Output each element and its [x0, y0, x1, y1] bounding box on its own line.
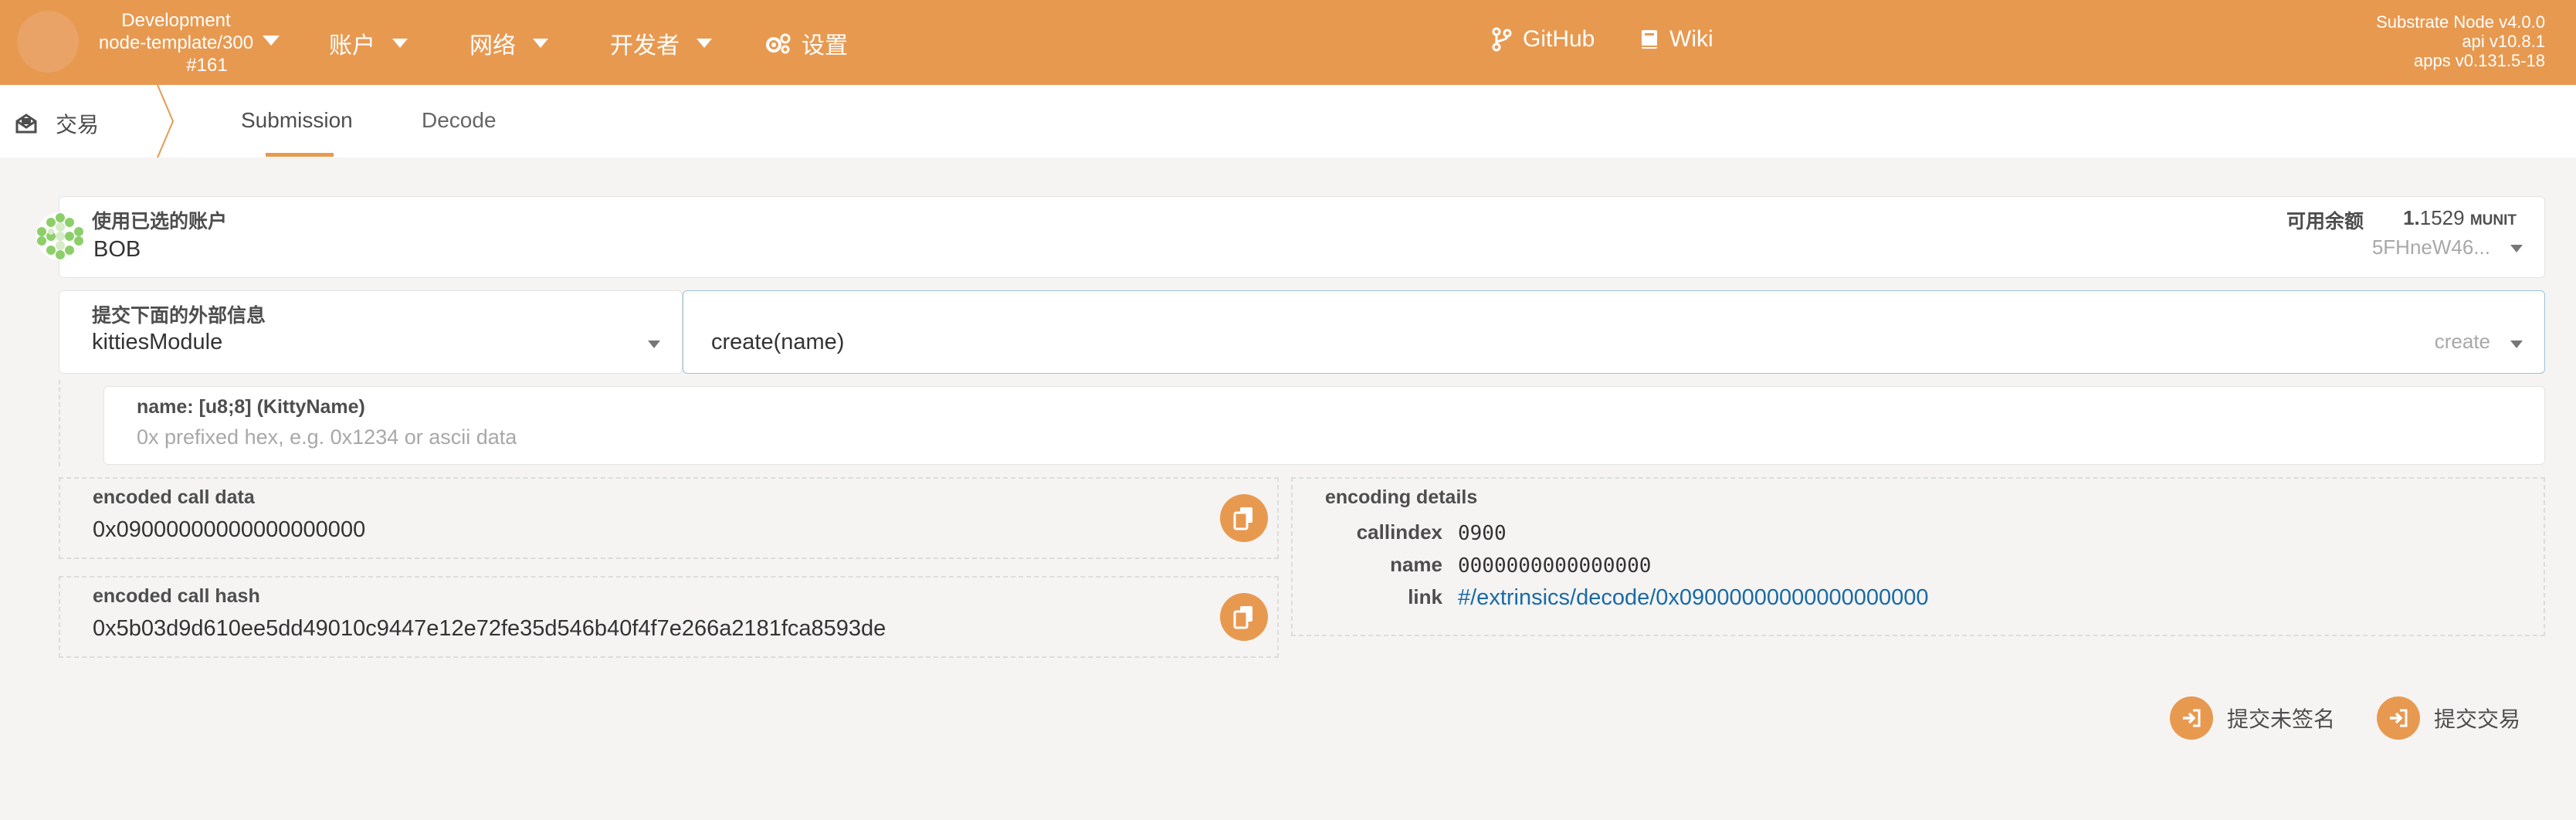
section-label: 交易 — [56, 113, 100, 137]
callindex-label: callindex — [1356, 520, 1442, 544]
submit-transaction-button[interactable]: 提交交易 — [2377, 696, 2520, 740]
menu-settings-label: 设置 — [802, 33, 848, 59]
sign-in-icon — [2170, 696, 2213, 740]
module-name: kittiesModule — [92, 330, 223, 354]
api-version: api v10.8.1 — [2462, 32, 2545, 51]
sign-in-icon — [2377, 696, 2420, 740]
tab-bar: 交易 Submission Decode — [0, 85, 2576, 158]
submit-transaction-label: 提交交易 — [2434, 707, 2521, 731]
extrinsic-label: 提交下面的外部信息 — [92, 305, 266, 327]
name-value: 0000000000000000 — [1458, 554, 1652, 578]
node-version: Substrate Node v4.0.0 — [2376, 12, 2545, 32]
link-label: link — [1408, 585, 1442, 608]
call-hash-value: 0x5b03d9d610ee5dd49010c9447e12e72fe35d54… — [93, 616, 886, 641]
call-data-value: 0x09000000000000000000 — [93, 517, 366, 542]
call-name: create(name) — [711, 330, 845, 354]
chain-logo[interactable] — [17, 11, 79, 73]
chain-name: Development — [121, 10, 231, 31]
account-identicon — [36, 212, 84, 260]
version-info: Substrate Node v4.0.0 api v10.8.1 apps v… — [2376, 12, 2545, 70]
account-name: BOB — [93, 237, 141, 262]
top-navigation-bar: Development node-template/300 #161 账户 网络… — [0, 0, 2576, 85]
balance-integer: 1. — [2403, 206, 2420, 229]
call-selector[interactable]: create(name) create — [683, 290, 2545, 374]
name-param-field[interactable]: name: [u8;8] (KittyName) 0x prefixed hex… — [103, 386, 2545, 465]
envelope-open-icon — [15, 114, 37, 134]
chevron-down-icon — [392, 39, 408, 48]
chevron-down-icon[interactable] — [2510, 245, 2523, 252]
chevron-down-icon — [2510, 341, 2523, 348]
copy-icon — [1233, 507, 1252, 530]
chain-block: #161 — [186, 55, 228, 76]
balance-decimal: 1529 — [2419, 206, 2465, 229]
chevron-down-icon — [648, 341, 660, 348]
account-address: 5FHneW46... — [2371, 235, 2490, 259]
call-data-label: encoded call data — [93, 486, 255, 508]
submit-unsigned-label: 提交未签名 — [2227, 707, 2336, 731]
breadcrumb-separator — [157, 85, 175, 158]
copy-call-hash-button[interactable] — [1220, 593, 1268, 641]
encoded-call-data-box: encoded call data 0x09000000000000000000 — [59, 477, 1279, 559]
menu-network[interactable]: 网络 — [469, 26, 548, 60]
menu-settings[interactable]: 设置 — [764, 26, 848, 60]
active-tab-indicator — [266, 153, 334, 157]
call-method: create — [2434, 330, 2490, 353]
gears-icon — [766, 33, 791, 54]
menu-network-label: 网络 — [469, 33, 516, 59]
menu-accounts[interactable]: 账户 — [329, 26, 408, 60]
balance-unit: MUNIT — [2469, 212, 2517, 229]
chevron-down-icon — [697, 39, 712, 48]
chevron-down-icon — [533, 39, 548, 48]
chain-selector[interactable]: Development node-template/300 #161 — [91, 9, 261, 76]
call-hash-label: encoded call hash — [93, 585, 260, 607]
menu-developer[interactable]: 开发者 — [610, 26, 712, 60]
encoding-details-title: encoding details — [1325, 486, 1478, 508]
decode-link[interactable]: #/extrinsics/decode/0x090000000000000000… — [1458, 585, 1929, 611]
balance-label: 可用余额 — [2286, 211, 2364, 232]
book-icon — [1642, 30, 1657, 49]
copy-icon — [1233, 606, 1252, 629]
module-selector[interactable]: 提交下面的外部信息 kittiesModule — [59, 290, 683, 374]
apps-version: apps v0.131.5-18 — [2413, 51, 2545, 70]
wiki-label: Wiki — [1669, 26, 1713, 52]
encoding-details-box: encoding details callindex 0900 name 000… — [1291, 477, 2545, 636]
github-link[interactable]: GitHub — [1492, 26, 1595, 53]
submit-unsigned-button[interactable]: 提交未签名 — [2170, 696, 2335, 740]
github-label: GitHub — [1523, 26, 1595, 52]
git-branch-icon — [1492, 27, 1512, 52]
chain-runtime: node-template/300 — [98, 32, 254, 53]
chevron-down-icon[interactable] — [263, 36, 280, 46]
balance-value: 1.1529 MUNIT — [2403, 206, 2517, 230]
wiki-link[interactable]: Wiki — [1640, 26, 1713, 53]
account-label: 使用已选的账户 — [92, 211, 228, 232]
param-label: name: [u8;8] (KittyName) — [137, 396, 365, 418]
account-selector[interactable]: 使用已选的账户 BOB 可用余额 1.1529 MUNIT 5FHneW46..… — [59, 196, 2545, 278]
tab-decode[interactable]: Decode — [422, 108, 497, 133]
menu-accounts-label: 账户 — [329, 33, 375, 59]
tab-submission[interactable]: Submission — [241, 108, 353, 133]
param-input[interactable]: 0x prefixed hex, e.g. 0x1234 or ascii da… — [137, 425, 517, 449]
name-label: name — [1390, 553, 1442, 576]
menu-developer-label: 开发者 — [610, 33, 680, 59]
callindex-value: 0900 — [1458, 522, 1507, 545]
encoded-call-hash-box: encoded call hash 0x5b03d9d610ee5dd49010… — [59, 576, 1279, 658]
section-title: 交易 — [15, 108, 99, 139]
copy-call-data-button[interactable] — [1220, 494, 1268, 542]
